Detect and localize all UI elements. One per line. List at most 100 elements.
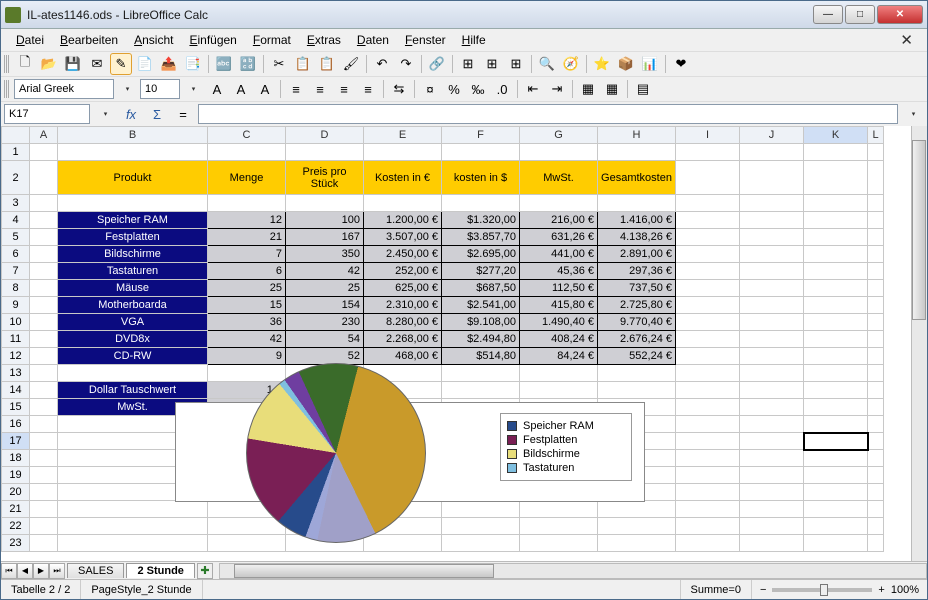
row-header[interactable]: 12 — [2, 348, 30, 365]
cell[interactable] — [520, 195, 598, 212]
cell[interactable] — [520, 535, 598, 552]
cell[interactable]: 154 — [286, 297, 364, 314]
row-header[interactable]: 3 — [2, 195, 30, 212]
column-header[interactable]: D — [286, 127, 364, 144]
cell[interactable] — [804, 535, 868, 552]
column-header[interactable]: G — [520, 127, 598, 144]
cell[interactable]: Festplatten — [58, 229, 208, 246]
cell[interactable]: 36 — [208, 314, 286, 331]
cell[interactable] — [868, 518, 884, 535]
cell[interactable] — [30, 212, 58, 229]
cell[interactable] — [868, 433, 884, 450]
function-equals-icon[interactable]: = — [172, 103, 194, 125]
cell[interactable] — [520, 382, 598, 399]
cell[interactable] — [868, 348, 884, 365]
cell[interactable] — [598, 365, 676, 382]
cell[interactable] — [30, 416, 58, 433]
cell[interactable] — [804, 433, 868, 450]
name-box-dropdown-icon[interactable] — [94, 103, 116, 125]
cell[interactable]: $2.541,00 — [442, 297, 520, 314]
cell[interactable] — [740, 535, 804, 552]
cell[interactable] — [868, 144, 884, 161]
toolbar-button[interactable]: ✂ — [268, 53, 290, 75]
cell[interactable]: 42 — [208, 331, 286, 348]
cell[interactable] — [442, 144, 520, 161]
cell[interactable]: 52 — [286, 348, 364, 365]
function-wizard-icon[interactable]: fx — [120, 103, 142, 125]
cell[interactable] — [804, 416, 868, 433]
cell[interactable] — [804, 229, 868, 246]
row-header[interactable]: 20 — [2, 484, 30, 501]
cell[interactable]: 2.725,80 € — [598, 297, 676, 314]
cell[interactable] — [30, 263, 58, 280]
cell[interactable]: 230 — [286, 314, 364, 331]
toolbar-button[interactable]: 🗋 — [14, 53, 36, 75]
cell[interactable] — [442, 365, 520, 382]
cell[interactable]: Bildschirme — [58, 246, 208, 263]
toolbar-button[interactable]: 📦 — [615, 53, 637, 75]
toolbar-button[interactable]: ↶ — [371, 53, 393, 75]
font-size-dropdown-icon[interactable] — [182, 78, 204, 100]
cell[interactable] — [30, 450, 58, 467]
cell[interactable] — [520, 365, 598, 382]
row-header[interactable]: 17 — [2, 433, 30, 450]
zoom-in-icon[interactable]: + — [878, 584, 884, 596]
cell[interactable] — [286, 195, 364, 212]
cell[interactable] — [676, 280, 740, 297]
toolbar-button[interactable]: 💾 — [62, 53, 84, 75]
status-pagestyle[interactable]: PageStyle_2 Stunde — [81, 580, 202, 599]
cell[interactable]: 252,00 € — [364, 263, 442, 280]
formula-input[interactable] — [198, 104, 898, 124]
cell[interactable] — [804, 484, 868, 501]
cell[interactable]: 625,00 € — [364, 280, 442, 297]
cell[interactable] — [676, 263, 740, 280]
close-button[interactable]: ✕ — [877, 5, 923, 24]
toolbar-grip[interactable] — [4, 55, 9, 73]
cell[interactable] — [30, 365, 58, 382]
row-header[interactable]: 16 — [2, 416, 30, 433]
cell[interactable]: 9 — [208, 348, 286, 365]
cell[interactable]: Mäuse — [58, 280, 208, 297]
row-header[interactable]: 13 — [2, 365, 30, 382]
cell[interactable] — [676, 484, 740, 501]
cell[interactable] — [868, 314, 884, 331]
toolbar-grip[interactable] — [4, 80, 9, 98]
toolbar-button[interactable]: A — [254, 78, 276, 100]
cell[interactable]: $2.494,80 — [442, 331, 520, 348]
cell[interactable]: 12 — [208, 212, 286, 229]
row-header[interactable]: 23 — [2, 535, 30, 552]
cell[interactable]: Tastaturen — [58, 263, 208, 280]
cell[interactable]: Gesamtkosten — [598, 161, 676, 195]
cell[interactable] — [676, 467, 740, 484]
row-header[interactable]: 6 — [2, 246, 30, 263]
cell[interactable] — [598, 535, 676, 552]
cell[interactable] — [868, 382, 884, 399]
cell[interactable] — [598, 195, 676, 212]
toolbar-button[interactable]: 🧭 — [560, 53, 582, 75]
tab-last-icon[interactable]: ⏭ — [49, 563, 65, 579]
cell[interactable]: 21 — [208, 229, 286, 246]
document-close-icon[interactable]: ✕ — [894, 31, 919, 49]
toolbar-button[interactable]: ¤ — [419, 78, 441, 100]
cell[interactable] — [676, 212, 740, 229]
cell[interactable]: $2.695,00 — [442, 246, 520, 263]
cell[interactable] — [868, 280, 884, 297]
cell[interactable] — [804, 365, 868, 382]
toolbar-button[interactable]: .0 — [491, 78, 513, 100]
cell[interactable] — [30, 484, 58, 501]
tab-next-icon[interactable]: ▶ — [33, 563, 49, 579]
toolbar-button[interactable]: ⇥ — [546, 78, 568, 100]
cell[interactable] — [804, 382, 868, 399]
cell[interactable] — [804, 450, 868, 467]
toolbar-button[interactable]: 📂 — [38, 53, 60, 75]
cell[interactable] — [740, 144, 804, 161]
cell[interactable]: 45,36 € — [520, 263, 598, 280]
cell[interactable]: 631,26 € — [520, 229, 598, 246]
column-header[interactable]: J — [740, 127, 804, 144]
cell[interactable] — [676, 450, 740, 467]
toolbar-button[interactable]: ▤ — [632, 78, 654, 100]
cell[interactable] — [58, 144, 208, 161]
toolbar-button[interactable]: 🖌 — [340, 53, 362, 75]
toolbar-button[interactable]: ⭐ — [591, 53, 613, 75]
toolbar-button[interactable]: 📊 — [639, 53, 661, 75]
